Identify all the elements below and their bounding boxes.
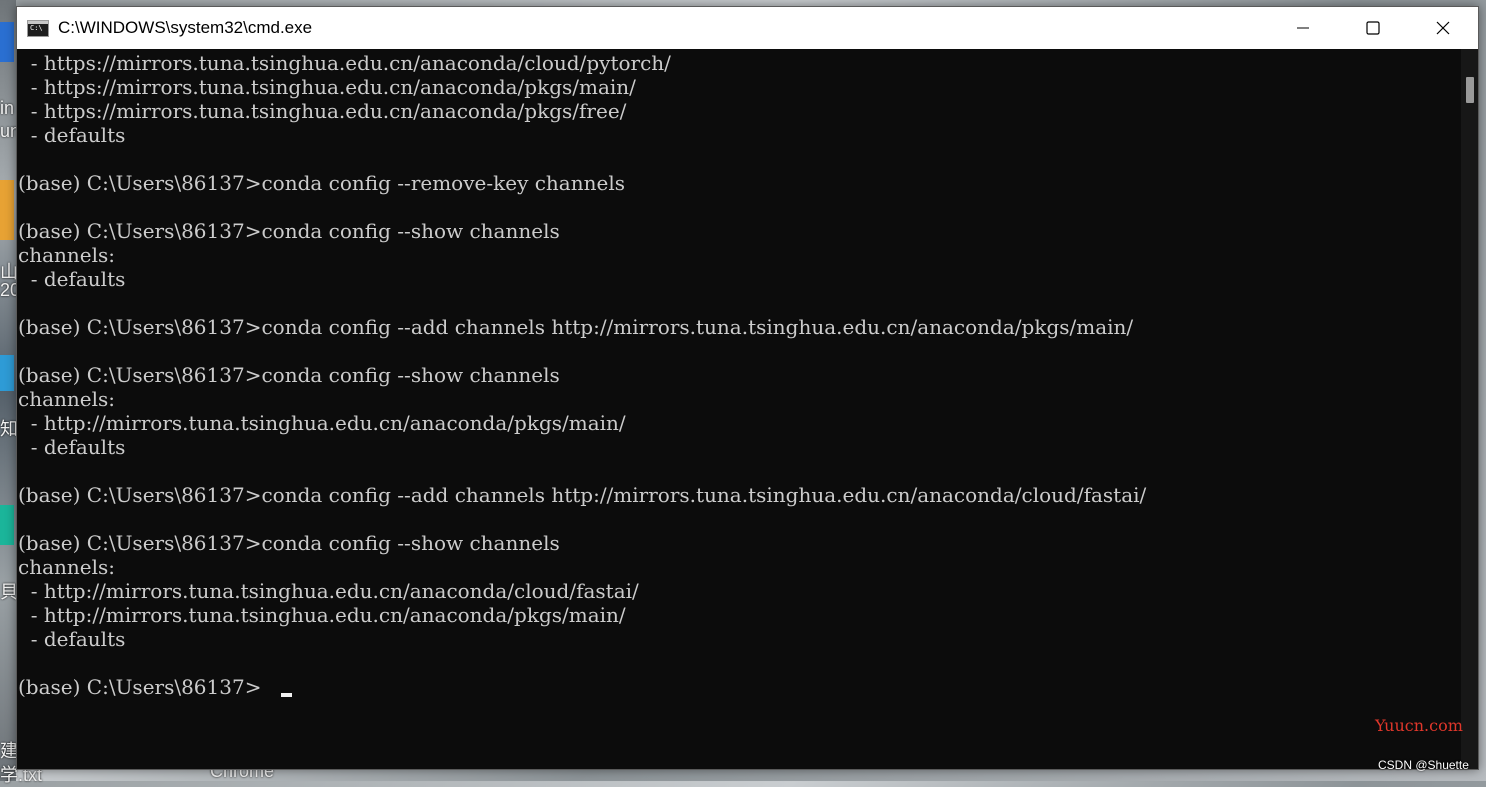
- vertical-scrollbar[interactable]: [1461, 49, 1478, 769]
- author-watermark: CSDN @Shuette: [1378, 758, 1469, 772]
- terminal-line: - https://mirrors.tuna.tsinghua.edu.cn/a…: [18, 51, 671, 75]
- terminal-line: - http://mirrors.tuna.tsinghua.edu.cn/an…: [18, 579, 639, 603]
- terminal-line: (base) C:\Users\86137>conda config --sho…: [18, 219, 560, 243]
- terminal-line: channels:: [18, 243, 116, 267]
- desktop-icon-app-cyan[interactable]: [0, 355, 14, 391]
- minimize-button[interactable]: [1268, 7, 1338, 49]
- close-icon: [1436, 21, 1450, 35]
- terminal-line: - https://mirrors.tuna.tsinghua.edu.cn/a…: [18, 99, 627, 123]
- terminal-prompt[interactable]: (base) C:\Users\86137>: [18, 675, 261, 699]
- terminal-line: - defaults: [18, 267, 126, 291]
- desktop-icon-app-blue[interactable]: [0, 22, 14, 62]
- terminal-line: channels:: [18, 387, 116, 411]
- text-cursor: [281, 693, 292, 697]
- terminal-line: (base) C:\Users\86137>conda config --sho…: [18, 363, 560, 387]
- terminal-line: - http://mirrors.tuna.tsinghua.edu.cn/an…: [18, 411, 626, 435]
- maximize-button[interactable]: [1338, 7, 1408, 49]
- terminal-line: channels:: [18, 555, 116, 579]
- terminal-line: (base) C:\Users\86137>conda config --sho…: [18, 531, 560, 555]
- title-bar[interactable]: C:\WINDOWS\system32\cmd.exe: [17, 7, 1478, 49]
- window-title: C:\WINDOWS\system32\cmd.exe: [58, 18, 313, 37]
- cmd-icon: [27, 19, 49, 37]
- terminal-line: - defaults: [18, 435, 126, 459]
- close-button[interactable]: [1408, 7, 1478, 49]
- terminal-line: - defaults: [18, 123, 126, 147]
- cmd-window[interactable]: C:\WINDOWS\system32\cmd.exe - https://mi…: [16, 6, 1479, 770]
- terminal-line: (base) C:\Users\86137>conda config --rem…: [18, 171, 625, 195]
- desktop-icon-app-orange[interactable]: [0, 180, 14, 240]
- terminal-line: - http://mirrors.tuna.tsinghua.edu.cn/an…: [18, 603, 626, 627]
- terminal-line: (base) C:\Users\86137>conda config --add…: [18, 483, 1147, 507]
- maximize-icon: [1366, 21, 1380, 35]
- terminal-line: (base) C:\Users\86137>conda config --add…: [18, 315, 1134, 339]
- window-controls: [1268, 7, 1478, 49]
- terminal-output[interactable]: - https://mirrors.tuna.tsinghua.edu.cn/a…: [17, 49, 1463, 769]
- minimize-icon: [1297, 27, 1309, 29]
- desktop-caption: in: [0, 98, 15, 118]
- site-watermark: Yuucn.com: [1375, 716, 1463, 735]
- terminal-line: - defaults: [18, 627, 126, 651]
- desktop-icon-app-teal[interactable]: [0, 505, 14, 545]
- terminal-line: - https://mirrors.tuna.tsinghua.edu.cn/a…: [18, 75, 636, 99]
- scrollbar-thumb[interactable]: [1466, 77, 1474, 103]
